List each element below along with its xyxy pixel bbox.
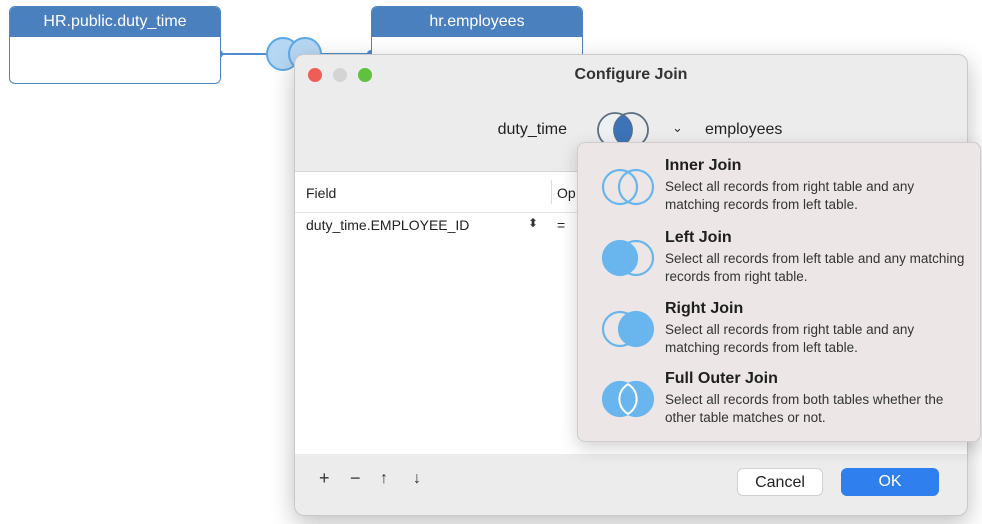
cancel-button[interactable]: Cancel <box>737 468 823 496</box>
move-up-icon[interactable]: ↑ <box>380 470 388 488</box>
title-bar: Configure Join <box>295 55 967 95</box>
table-node-duty-time[interactable]: HR.public.duty_time <box>9 6 221 84</box>
table-node-title: hr.employees <box>372 7 582 37</box>
move-down-icon[interactable]: ↓ <box>413 470 421 488</box>
menu-item-full-outer-join[interactable]: Full Outer Join Select all records from … <box>578 366 980 436</box>
field-select[interactable]: duty_time.EMPLOYEE_ID <box>306 217 469 233</box>
left-table-label: duty_time <box>497 121 567 138</box>
menu-item-desc: Select all records from right table and … <box>665 179 915 212</box>
add-icon[interactable]: + <box>319 468 330 489</box>
menu-item-left-join[interactable]: Left Join Select all records from left t… <box>578 225 980 295</box>
join-type-menu: Inner Join Select all records from right… <box>577 142 981 442</box>
inner-join-icon <box>601 168 655 206</box>
menu-item-desc: Select all records from left table and a… <box>665 251 965 284</box>
menu-item-title: Right Join <box>665 300 744 317</box>
chevron-down-icon[interactable]: ⌄ <box>672 120 683 136</box>
menu-item-title: Full Outer Join <box>665 370 778 387</box>
remove-icon[interactable]: − <box>350 468 361 489</box>
menu-item-desc: Select all records from right table and … <box>665 322 915 355</box>
join-selector-row: duty_time ⌄ employees <box>295 112 967 148</box>
stepper-icon[interactable]: ⬍ <box>528 216 538 230</box>
table-node-title: HR.public.duty_time <box>10 7 220 37</box>
right-table-label: employees <box>705 121 783 138</box>
full-outer-join-icon <box>601 380 655 418</box>
menu-item-title: Left Join <box>665 229 732 246</box>
menu-item-title: Inner Join <box>665 157 742 174</box>
column-divider[interactable] <box>551 180 552 204</box>
operator-select[interactable]: = <box>557 217 565 233</box>
menu-item-inner-join[interactable]: Inner Join Select all records from right… <box>578 153 980 223</box>
dialog-title: Configure Join <box>574 66 688 83</box>
column-header-operator[interactable]: Op <box>557 185 576 201</box>
right-join-icon <box>601 310 655 348</box>
menu-item-desc: Select all records from both tables whet… <box>665 392 944 425</box>
left-join-icon <box>601 239 655 277</box>
menu-item-right-join[interactable]: Right Join Select all records from right… <box>578 296 980 366</box>
ok-button[interactable]: OK <box>841 468 939 496</box>
column-header-field[interactable]: Field <box>306 185 336 201</box>
